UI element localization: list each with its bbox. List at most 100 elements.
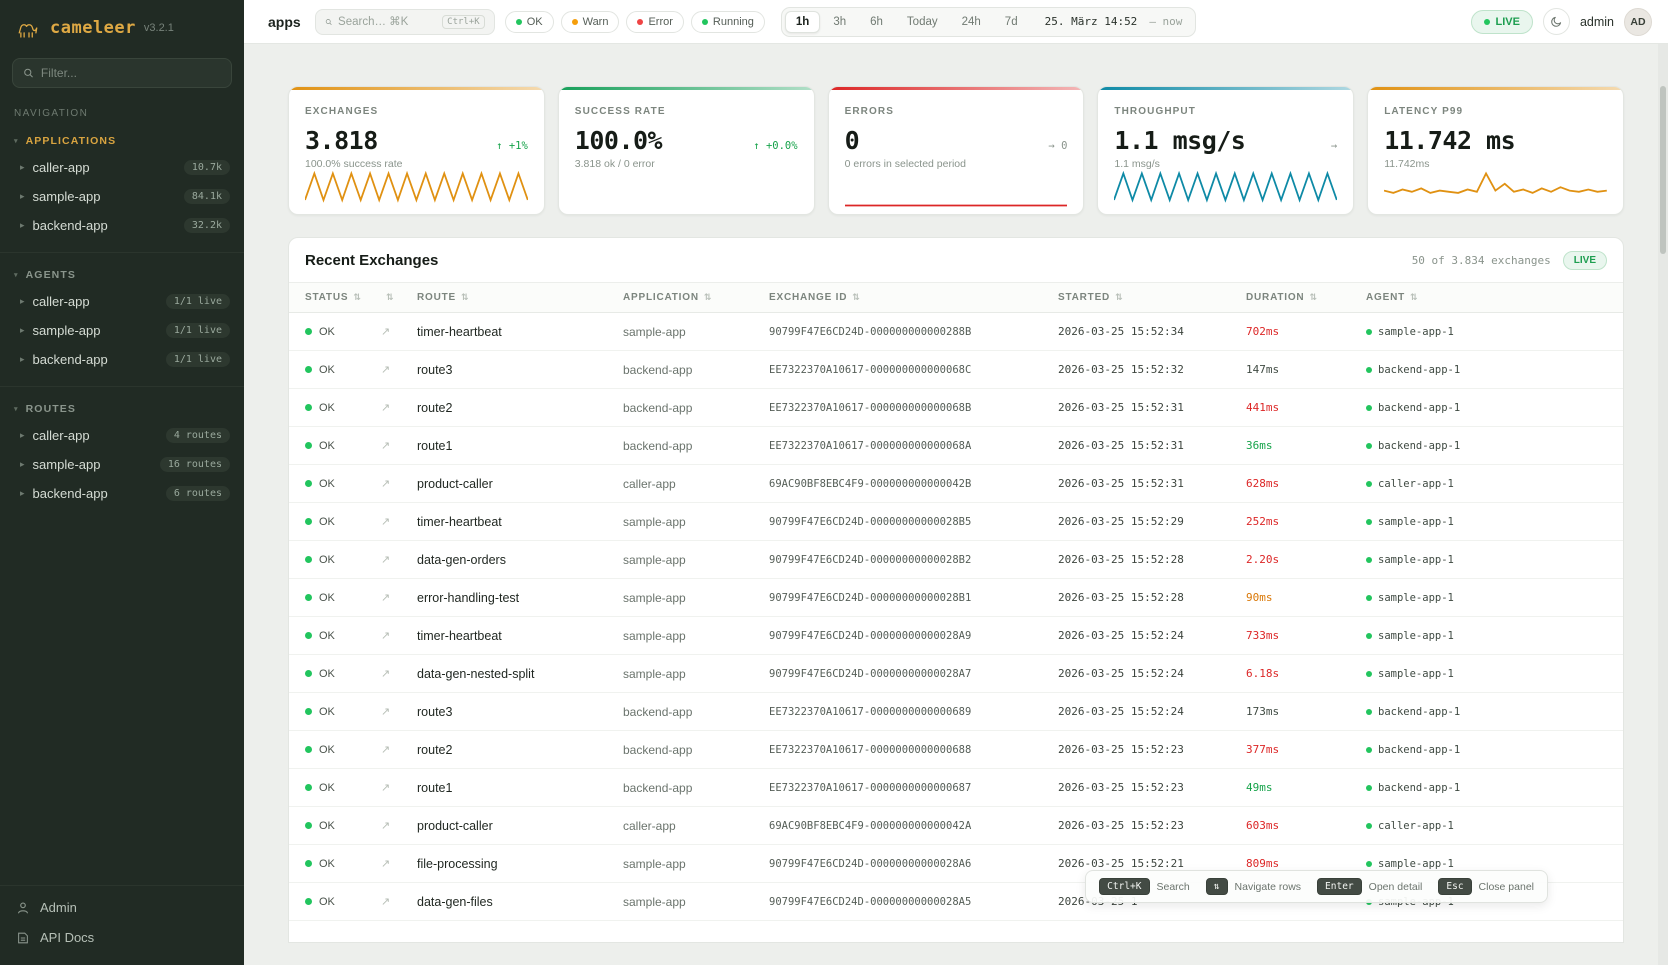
chevron-right-icon: ▸ bbox=[20, 220, 25, 231]
open-cell[interactable]: ↗ bbox=[373, 427, 409, 465]
open-exchange-icon[interactable]: ↗ bbox=[381, 592, 390, 604]
exchange-row[interactable]: OK↗timer-heartbeatsample-app90799F47E6CD… bbox=[289, 313, 1623, 351]
open-cell[interactable]: ↗ bbox=[373, 807, 409, 845]
open-exchange-icon[interactable]: ↗ bbox=[381, 554, 390, 566]
sidebar-item-routes-backend-app[interactable]: ▸backend-app6 routes bbox=[0, 479, 244, 508]
sidebar-item-applications-caller-app[interactable]: ▸caller-app10.7k bbox=[0, 153, 244, 182]
range-today[interactable]: Today bbox=[896, 11, 949, 33]
column-header-route[interactable]: ROUTE⇅ bbox=[409, 283, 615, 313]
open-cell[interactable]: ↗ bbox=[373, 313, 409, 351]
sidebar-item-applications-backend-app[interactable]: ▸backend-app32.2k bbox=[0, 211, 244, 240]
range-1h[interactable]: 1h bbox=[785, 11, 820, 33]
scrollbar[interactable] bbox=[1658, 44, 1668, 965]
exchange-row[interactable]: OK↗timer-heartbeatsample-app90799F47E6CD… bbox=[289, 617, 1623, 655]
open-cell[interactable]: ↗ bbox=[373, 541, 409, 579]
exchange-row[interactable]: OK↗timer-heartbeatsample-app90799F47E6CD… bbox=[289, 503, 1623, 541]
card-value: 3.818 bbox=[305, 126, 378, 155]
avatar[interactable]: AD bbox=[1624, 8, 1652, 36]
exchange-row[interactable]: OK↗error-handling-testsample-app90799F47… bbox=[289, 579, 1623, 617]
sidebar-footer-admin[interactable]: Admin bbox=[16, 900, 228, 915]
column-header-application[interactable]: APPLICATION⇅ bbox=[615, 283, 761, 313]
sidebar-item-agents-caller-app[interactable]: ▸caller-app1/1 live bbox=[0, 287, 244, 316]
exchange-row[interactable]: OK↗route2backend-appEE7322370A10617-0000… bbox=[289, 731, 1623, 769]
exchange-row[interactable]: OK↗route1backend-appEE7322370A10617-0000… bbox=[289, 427, 1623, 465]
open-exchange-icon[interactable]: ↗ bbox=[381, 820, 390, 832]
exchange-row[interactable]: OK↗route3backend-appEE7322370A10617-0000… bbox=[289, 351, 1623, 389]
open-cell[interactable]: ↗ bbox=[373, 465, 409, 503]
column-header-started[interactable]: STARTED⇅ bbox=[1050, 283, 1238, 313]
range-7d[interactable]: 7d bbox=[994, 11, 1029, 33]
open-exchange-icon[interactable]: ↗ bbox=[381, 896, 390, 908]
filter-chip-ok[interactable]: OK bbox=[505, 11, 554, 33]
exchange-row[interactable]: OK↗product-callercaller-app69AC90BF8EBC4… bbox=[289, 807, 1623, 845]
sidebar-filter[interactable] bbox=[12, 58, 232, 88]
open-cell[interactable]: ↗ bbox=[373, 503, 409, 541]
exchange-row[interactable]: OK↗route3backend-appEE7322370A10617-0000… bbox=[289, 693, 1623, 731]
live-toggle[interactable]: LIVE bbox=[1471, 10, 1533, 34]
open-exchange-icon[interactable]: ↗ bbox=[381, 516, 390, 528]
range-6h[interactable]: 6h bbox=[859, 11, 894, 33]
sidebar-section-title-applications[interactable]: ▾APPLICATIONS bbox=[0, 125, 244, 153]
open-cell[interactable]: ↗ bbox=[373, 579, 409, 617]
sidebar-section-title-routes[interactable]: ▾ROUTES bbox=[0, 393, 244, 421]
global-search[interactable]: Ctrl+K bbox=[315, 9, 495, 35]
sidebar-filter-input[interactable] bbox=[41, 66, 221, 80]
logo[interactable]: cameleer v3.2.1 bbox=[0, 0, 244, 52]
sidebar-item-routes-sample-app[interactable]: ▸sample-app16 routes bbox=[0, 450, 244, 479]
open-cell[interactable]: ↗ bbox=[373, 883, 409, 921]
item-badge: 6 routes bbox=[166, 486, 230, 501]
open-exchange-icon[interactable]: ↗ bbox=[381, 440, 390, 452]
sidebar-item-agents-sample-app[interactable]: ▸sample-app1/1 live bbox=[0, 316, 244, 345]
scrollbar-thumb[interactable] bbox=[1660, 86, 1666, 254]
exchange-row[interactable]: OK↗data-gen-orderssample-app90799F47E6CD… bbox=[289, 541, 1623, 579]
application-cell: backend-app bbox=[615, 389, 761, 427]
item-badge: 16 routes bbox=[160, 457, 230, 472]
sidebar-item-applications-sample-app[interactable]: ▸sample-app84.1k bbox=[0, 182, 244, 211]
sidebar-section-title-agents[interactable]: ▾AGENTS bbox=[0, 259, 244, 287]
exchange-row[interactable]: OK↗data-gen-nested-splitsample-app90799F… bbox=[289, 655, 1623, 693]
column-header-duration[interactable]: DURATION⇅ bbox=[1238, 283, 1358, 313]
agent-dot-icon bbox=[1366, 329, 1372, 335]
exchange-row[interactable]: OK↗route2backend-appEE7322370A10617-0000… bbox=[289, 389, 1623, 427]
section-title-text: ROUTES bbox=[26, 403, 76, 415]
sidebar-item-agents-backend-app[interactable]: ▸backend-app1/1 live bbox=[0, 345, 244, 374]
started-cell: 2026-03-25 15:52:23 bbox=[1050, 731, 1238, 769]
open-exchange-icon[interactable]: ↗ bbox=[381, 630, 390, 642]
open-exchange-icon[interactable]: ↗ bbox=[381, 744, 390, 756]
open-cell[interactable]: ↗ bbox=[373, 617, 409, 655]
card-title: LATENCY P99 bbox=[1384, 106, 1463, 117]
status-cell: OK bbox=[289, 541, 373, 579]
open-cell[interactable]: ↗ bbox=[373, 655, 409, 693]
chevron-right-icon: ▸ bbox=[20, 191, 25, 202]
exchange-row[interactable]: OK↗route1backend-appEE7322370A10617-0000… bbox=[289, 769, 1623, 807]
open-exchange-icon[interactable]: ↗ bbox=[381, 478, 390, 490]
open-exchange-icon[interactable]: ↗ bbox=[381, 364, 390, 376]
open-cell[interactable]: ↗ bbox=[373, 351, 409, 389]
sidebar-item-routes-caller-app[interactable]: ▸caller-app4 routes bbox=[0, 421, 244, 450]
open-exchange-icon[interactable]: ↗ bbox=[381, 706, 390, 718]
filter-chip-warn[interactable]: Warn bbox=[561, 11, 620, 33]
open-exchange-icon[interactable]: ↗ bbox=[381, 326, 390, 338]
column-header-status[interactable]: STATUS⇅ bbox=[289, 283, 373, 313]
column-header-exchange-id[interactable]: EXCHANGE ID⇅ bbox=[761, 283, 1050, 313]
filter-chip-error[interactable]: Error bbox=[626, 11, 683, 33]
open-cell[interactable]: ↗ bbox=[373, 769, 409, 807]
ok-dot-icon bbox=[305, 708, 312, 715]
sidebar-footer-api-docs[interactable]: API Docs bbox=[16, 930, 228, 945]
range-24h[interactable]: 24h bbox=[951, 11, 992, 33]
theme-toggle-button[interactable] bbox=[1543, 8, 1570, 35]
range-3h[interactable]: 3h bbox=[822, 11, 857, 33]
global-search-input[interactable] bbox=[338, 16, 436, 28]
column-header-expand[interactable]: ⇅ bbox=[373, 283, 409, 313]
open-cell[interactable]: ↗ bbox=[373, 389, 409, 427]
open-exchange-icon[interactable]: ↗ bbox=[381, 782, 390, 794]
open-cell[interactable]: ↗ bbox=[373, 731, 409, 769]
open-cell[interactable]: ↗ bbox=[373, 845, 409, 883]
open-exchange-icon[interactable]: ↗ bbox=[381, 668, 390, 680]
open-exchange-icon[interactable]: ↗ bbox=[381, 858, 390, 870]
filter-chip-running[interactable]: Running bbox=[691, 11, 765, 33]
open-cell[interactable]: ↗ bbox=[373, 693, 409, 731]
exchange-row[interactable]: OK↗product-callercaller-app69AC90BF8EBC4… bbox=[289, 465, 1623, 503]
column-header-agent[interactable]: AGENT⇅ bbox=[1358, 283, 1623, 313]
open-exchange-icon[interactable]: ↗ bbox=[381, 402, 390, 414]
